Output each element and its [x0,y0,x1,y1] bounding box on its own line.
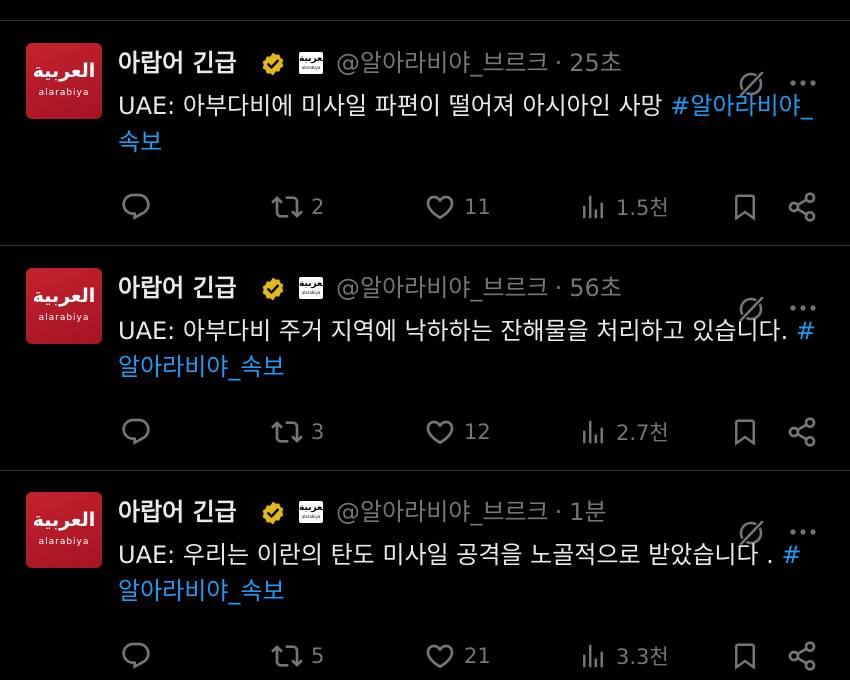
separator-dot: · [554,498,563,526]
share-button[interactable] [786,187,818,227]
handle[interactable]: @알아라비야_브르크 [336,49,549,77]
tweet-divider [0,470,850,471]
tweet-actions: 5 21 3.3천 [0,636,850,676]
reply-icon [122,642,150,669]
affiliate-badge-arabic: العربية [299,503,323,513]
retweet-icon [271,645,303,667]
like-button[interactable]: 11 [424,187,491,227]
separator-dot: · [554,49,563,77]
tweet-divider [0,245,850,246]
like-icon [426,420,454,445]
avatar-logo-arabic: العربية [32,60,96,82]
handle-and-time: @알아라비야_브르크 · 56초 [336,268,622,308]
verified-gold-icon[interactable] [260,276,286,302]
tweet-header: 아랍어 긴급 العربية alarabiya @알아라비야_브르크·25초 [118,43,718,83]
reply-icon [122,418,150,445]
tweet-actions: 2 11 1.5천 [0,187,850,227]
tweet-header: 아랍어 긴급 العربية alarabiya @알아라비야_브르크·1분 [118,492,718,532]
retweet-count: 2 [311,195,325,219]
views-count: 1.5천 [616,196,669,220]
affiliate-badge[interactable]: العربية alarabiya [299,52,323,74]
handle[interactable]: @알아라비야_브르크 [336,274,549,302]
affiliate-badge[interactable]: العربية alarabiya [299,501,323,523]
handle-and-time: @알아라비야_브르크 · 1분 [336,492,607,532]
views-icon [583,195,603,219]
views-icon [583,420,603,444]
handle[interactable]: @알아라비야_브르크 [336,498,549,526]
avatar-logo-latin: alarabiya [38,88,90,98]
timeline-feed: العربية alarabiya 아랍어 긴급 العربية alarabi… [0,0,850,680]
tweet-text: UAE: 우리는 이란의 탄도 미사일 공격을 노골적으로 받았습니다 . #알… [118,537,818,609]
reply-icon [122,193,150,220]
views-button[interactable]: 1.5천 [578,187,669,227]
affiliate-badge[interactable]: العربية alarabiya [299,277,323,299]
handle-and-time: @알아라비야_브르크 · 25초 [336,43,622,83]
avatar-logo-latin: alarabiya [38,313,90,323]
retweet-count: 5 [311,644,325,668]
verified-gold-icon[interactable] [260,500,286,526]
display-name[interactable]: 아랍어 긴급 [118,43,237,83]
tweet-header: 아랍어 긴급 العربية alarabiya @알아라비야_브르크·56초 [118,268,718,308]
affiliate-badge-latin: alarabiya [301,290,321,295]
avatar[interactable]: العربية alarabiya [26,43,102,119]
bookmark-icon [735,419,755,446]
timestamp[interactable]: 56초 [569,274,622,302]
views-icon [583,644,603,668]
affiliate-badge-arabic: العربية [299,54,323,64]
separator-dot: · [554,274,563,302]
like-button[interactable]: 21 [424,636,491,676]
bookmark-icon [735,194,755,221]
avatar-logo-arabic: العربية [32,509,96,531]
affiliate-badge-latin: alarabiya [301,65,321,70]
timestamp[interactable]: 25초 [569,49,622,77]
views-count: 2.7천 [616,421,669,445]
views-button[interactable]: 2.7천 [578,412,669,452]
like-count: 21 [464,644,491,668]
retweet-button[interactable]: 3 [271,412,324,452]
tweet-text: UAE: 아부다비에 미사일 파편이 떨어져 아시아인 사망 #알아라비야_속보 [118,88,818,160]
like-icon [426,644,454,669]
tweet-body: UAE: 아부다비 주거 지역에 낙하하는 잔해물을 처리하고 있습니다. [118,317,796,345]
like-count: 12 [464,420,491,444]
bookmark-button[interactable] [730,187,760,227]
divider [0,20,850,21]
retweet-icon [271,421,303,443]
avatar-logo-arabic: العربية [32,285,96,307]
display-name[interactable]: 아랍어 긴급 [118,492,237,532]
bookmark-icon [735,643,755,670]
like-count: 11 [464,195,491,219]
share-button[interactable] [786,412,818,452]
display-name[interactable]: 아랍어 긴급 [118,268,237,308]
timestamp[interactable]: 1분 [569,498,606,526]
tweet-actions: 3 12 2.7천 [0,412,850,452]
retweet-button[interactable]: 2 [271,187,324,227]
reply-button[interactable] [120,636,152,676]
retweet-button[interactable]: 5 [271,636,324,676]
share-icon [788,417,816,447]
affiliate-badge-arabic: العربية [299,279,323,289]
avatar[interactable]: العربية alarabiya [26,492,102,568]
views-count: 3.3천 [616,645,669,669]
tweet-text: UAE: 아부다비 주거 지역에 낙하하는 잔해물을 처리하고 있습니다. #알… [118,313,818,385]
verified-gold-icon[interactable] [260,51,286,77]
reply-button[interactable] [120,187,152,227]
avatar[interactable]: العربية alarabiya [26,268,102,344]
bookmark-button[interactable] [730,412,760,452]
like-button[interactable]: 12 [424,412,491,452]
like-icon [426,195,454,220]
share-button[interactable] [786,636,818,676]
share-icon [788,641,816,671]
reply-button[interactable] [120,412,152,452]
bookmark-button[interactable] [730,636,760,676]
retweet-count: 3 [311,420,325,444]
views-button[interactable]: 3.3천 [578,636,669,676]
share-icon [788,192,816,222]
affiliate-badge-latin: alarabiya [301,514,321,519]
tweet-body: UAE: 우리는 이란의 탄도 미사일 공격을 노골적으로 받았습니다 . [118,541,782,569]
tweet-body: UAE: 아부다비에 미사일 파편이 떨어져 아시아인 사망 [118,92,671,120]
retweet-icon [271,196,303,218]
avatar-logo-latin: alarabiya [38,537,90,547]
